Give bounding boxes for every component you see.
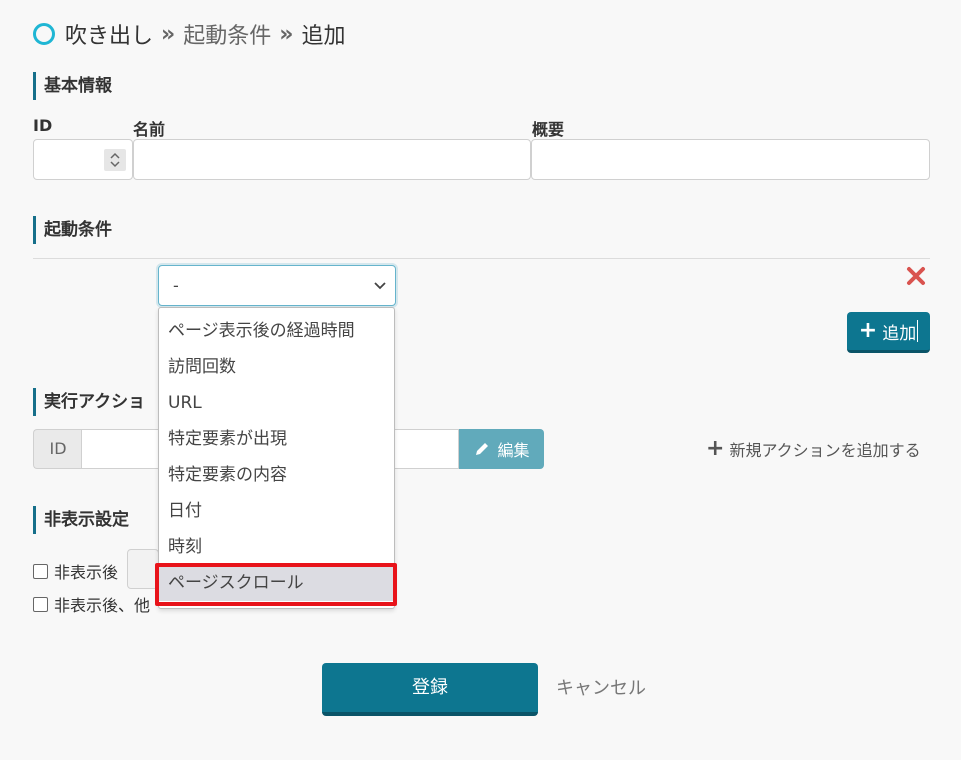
- add-condition-button[interactable]: + 追加: [847, 312, 930, 353]
- plus-icon: +: [858, 318, 878, 343]
- name-input[interactable]: [133, 139, 531, 180]
- close-icon[interactable]: [905, 265, 927, 287]
- name-label: 名前: [133, 120, 166, 139]
- breadcrumb-item-add: 追加: [301, 24, 346, 49]
- section-heading-hide: 非表示設定: [33, 506, 129, 534]
- dropdown-option[interactable]: 時刻: [159, 529, 394, 565]
- action-id-addon: ID: [33, 429, 82, 469]
- checkbox[interactable]: [33, 563, 48, 579]
- trigger-type-dropdown: ページ表示後の経過時間 訪問回数 URL 特定要素が出現 特定要素の内容 日付 …: [158, 307, 395, 609]
- circle-icon: [33, 23, 55, 45]
- cancel-link[interactable]: キャンセル: [556, 675, 646, 703]
- dropdown-option[interactable]: 日付: [159, 493, 394, 529]
- select-value: -: [173, 276, 179, 295]
- add-condition-label: 追加: [882, 323, 917, 344]
- breadcrumb-separator: »: [279, 21, 294, 47]
- breadcrumb-item-trigger[interactable]: 起動条件: [183, 18, 271, 50]
- hide-option-1-label: 非表示後: [54, 563, 119, 582]
- hide-duration-input[interactable]: [127, 549, 159, 589]
- divider: [33, 258, 930, 259]
- new-action-label: 新規アクションを追加する: [729, 441, 921, 460]
- plus-icon: +: [706, 436, 725, 461]
- summary-input[interactable]: [531, 139, 930, 180]
- chevron-down-icon: [374, 282, 386, 290]
- spinner-icon[interactable]: [104, 149, 126, 171]
- dropdown-option[interactable]: 訪問回数: [159, 349, 394, 385]
- breadcrumb-item-balloon[interactable]: 吹き出し: [65, 18, 153, 50]
- dropdown-option[interactable]: 特定要素が出現: [159, 421, 394, 457]
- new-action-link[interactable]: + 新規アクションを追加する: [706, 436, 921, 462]
- id-number-input[interactable]: [33, 139, 133, 180]
- id-label: ID: [33, 116, 53, 135]
- section-heading-action: 実行アクショ: [33, 388, 145, 416]
- summary-label: 概要: [532, 120, 565, 139]
- trigger-type-select[interactable]: -: [158, 265, 396, 306]
- edit-action-button[interactable]: 編集: [459, 429, 544, 469]
- breadcrumb: 吹き出し » 起動条件 » 追加: [33, 18, 345, 50]
- dropdown-option-page-scroll[interactable]: ページスクロール: [159, 565, 394, 601]
- pencil-icon: [476, 443, 489, 455]
- hide-option-1[interactable]: 非表示後: [33, 559, 118, 583]
- dropdown-option[interactable]: ページ表示後の経過時間: [159, 313, 394, 349]
- dropdown-option[interactable]: 特定要素の内容: [159, 457, 394, 493]
- dropdown-option[interactable]: URL: [159, 385, 394, 421]
- breadcrumb-separator: »: [161, 21, 176, 47]
- edit-action-label: 編集: [497, 441, 530, 460]
- submit-button[interactable]: 登録: [322, 663, 538, 716]
- text-cursor: [917, 320, 919, 342]
- checkbox[interactable]: [33, 596, 48, 612]
- hide-option-2[interactable]: 非表示後、他: [33, 592, 150, 616]
- section-heading-basic-info: 基本情報: [33, 72, 112, 100]
- section-heading-trigger: 起動条件: [33, 216, 112, 244]
- hide-option-2-label: 非表示後、他: [54, 596, 151, 615]
